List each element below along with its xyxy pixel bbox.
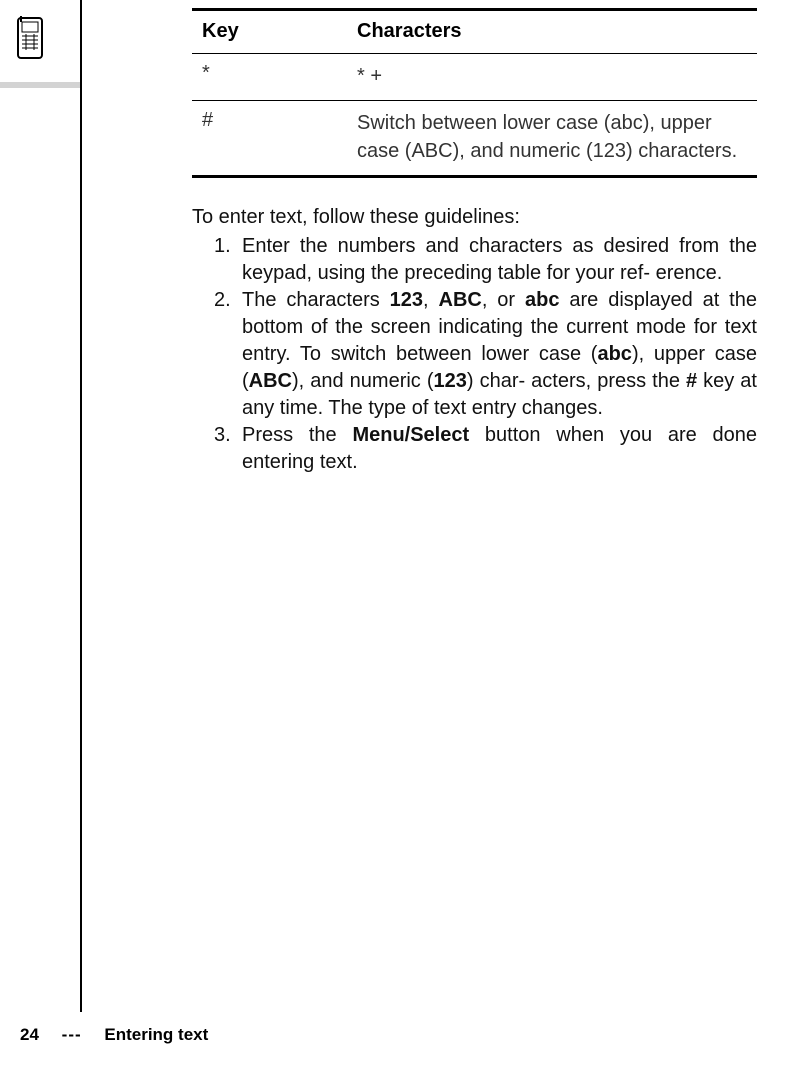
page-footer: 24 --- Entering text <box>20 1025 208 1045</box>
vertical-rule <box>80 0 82 1012</box>
bold-run: abc <box>525 289 559 311</box>
step-number: 3. <box>214 422 231 449</box>
cell-key: # <box>192 101 347 177</box>
footer-title: Entering text <box>104 1025 208 1044</box>
text-run: , <box>423 289 438 311</box>
page-root: Key Characters * * + # Switch between lo… <box>0 0 802 1075</box>
bold-run: ABC <box>439 289 482 311</box>
text-run: Press the <box>242 424 352 446</box>
bold-run: 123 <box>434 370 467 392</box>
page-number: 24 <box>20 1025 39 1044</box>
text-run: ), and numeric ( <box>292 370 433 392</box>
step-text: Enter the numbers and characters as desi… <box>242 233 757 287</box>
steps-list: 1. Enter the numbers and characters as de… <box>192 233 757 476</box>
step-item: 2. The characters 123, ABC, or abc are di… <box>192 287 757 422</box>
step-item: 3. Press the Menu/Select button when you … <box>192 422 757 476</box>
text-run: ) char- acters, press the <box>467 370 686 392</box>
table-row: * * + <box>192 54 757 101</box>
cell-chars: * + <box>347 54 757 101</box>
step-number: 2. <box>214 287 231 314</box>
header-chars: Characters <box>347 10 757 54</box>
cell-key: * <box>192 54 347 101</box>
bold-run: # <box>686 370 697 392</box>
phone-icon <box>12 16 48 76</box>
bold-run: abc <box>597 343 631 365</box>
bold-run: Menu/Select <box>352 424 469 446</box>
step-text: Press the Menu/Select button when you ar… <box>242 422 757 476</box>
footer-separator: --- <box>62 1025 82 1044</box>
content-area: Key Characters * * + # Switch between lo… <box>192 8 757 476</box>
text-run: Enter the numbers and characters as desi… <box>242 235 757 284</box>
text-run: The characters <box>242 289 390 311</box>
characters-table: Key Characters * * + # Switch between lo… <box>192 8 757 178</box>
step-number: 1. <box>214 233 231 260</box>
table-header-row: Key Characters <box>192 10 757 54</box>
cell-chars: Switch between lower case (abc), upper c… <box>347 101 757 177</box>
bold-run: ABC <box>249 370 292 392</box>
step-text: The characters 123, ABC, or abc are disp… <box>242 287 757 422</box>
intro-text: To enter text, follow these guidelines: <box>192 206 757 229</box>
step-item: 1. Enter the numbers and characters as de… <box>192 233 757 287</box>
text-run: , or <box>482 289 525 311</box>
table-row: # Switch between lower case (abc), upper… <box>192 101 757 177</box>
header-key: Key <box>192 10 347 54</box>
bold-run: 123 <box>390 289 423 311</box>
margin-tab <box>0 82 80 88</box>
